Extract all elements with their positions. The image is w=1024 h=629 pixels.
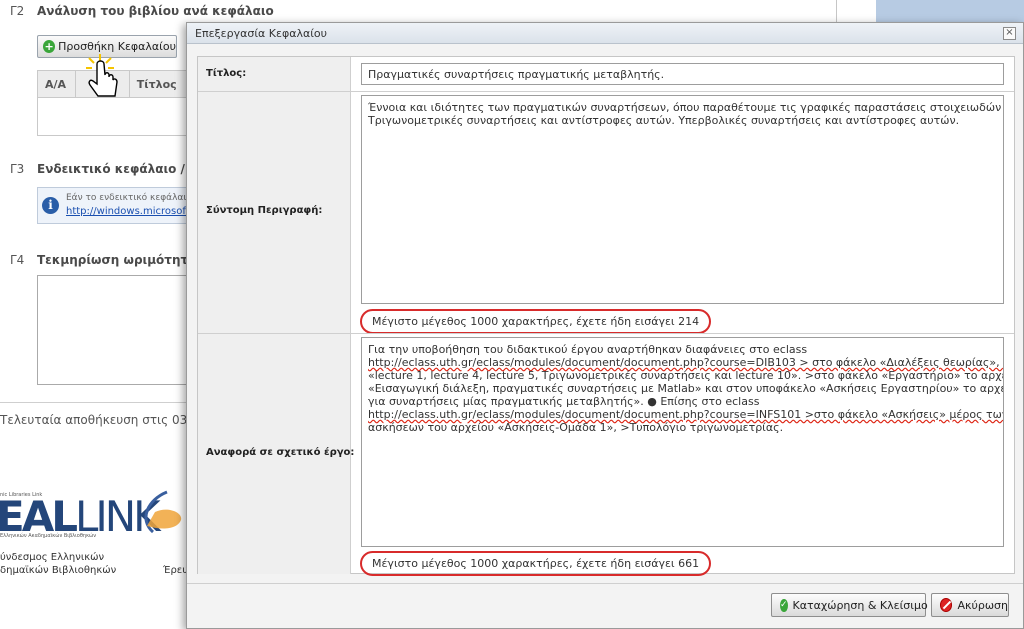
column-header-title: Τίτλος — [136, 77, 177, 91]
cancel-icon — [940, 598, 953, 612]
maturity-textarea[interactable] — [37, 275, 187, 385]
section-number-g2: Γ2 — [10, 4, 25, 18]
title-label-cell: Τίτλος: — [198, 57, 351, 91]
logo-org-line1: ύνδεσμος Ελληνικών — [0, 552, 105, 563]
last-save-text: Τελευταία αποθήκευση στις 03/ — [0, 413, 192, 427]
summary-label: Σύντομη Περιγραφή: — [206, 205, 323, 216]
cancel-button[interactable]: Ακύρωση — [931, 593, 1009, 617]
close-icon[interactable]: × — [1003, 27, 1016, 40]
summary-textarea[interactable]: Έννοια και ιδιότητες των πραγματικών συν… — [361, 95, 1004, 304]
reference-label: Αναφορά σε σχετικό έργο: — [206, 447, 355, 458]
reference-line: «lecture 1, lecture 4, lecture 5, Τριγων… — [368, 369, 1004, 382]
reference-label-cell: Αναφορά σε σχετικό έργο: — [198, 334, 355, 574]
section-title-g2: Ανάλυση του βιβλίου ανά κεφάλαιο — [37, 4, 274, 18]
summary-label-cell: Σύντομη Περιγραφή: — [198, 92, 351, 333]
footer-divider — [187, 583, 1023, 584]
hand-cursor-icon — [86, 54, 118, 97]
reference-line: http://eclass.uth.gr/eclass/modules/docu… — [368, 408, 1004, 421]
edit-chapter-dialog: Επεξεργασία Κεφαλαίου × Τίτλος: Πραγματι… — [186, 22, 1024, 629]
reference-line: Για την υποβοήθηση του διδακτικού έργου … — [368, 343, 808, 356]
info-text: Εάν το ενδεικτικό κεφάλαιο — [66, 193, 192, 203]
form-area: Τίτλος: Πραγματικές συναρτήσεις πραγματι… — [197, 56, 1015, 576]
reference-textarea[interactable]: Για την υποβοήθηση του διδακτικού έργου … — [361, 337, 1004, 547]
section-number-g4: Γ4 — [10, 253, 25, 267]
reference-line: για συναρτήσεις μίας πραγματικής μεταβλη… — [368, 395, 760, 408]
swirl-logo-icon — [144, 490, 182, 534]
dialog-title: Επεξεργασία Κεφαλαίου — [195, 27, 328, 40]
reference-line: «Εισαγωγική διάλεξη, πραγματικές συναρτή… — [368, 382, 1003, 395]
plus-icon: + — [43, 40, 56, 53]
header-bar — [876, 0, 1024, 22]
section-title-g3: Ενδεικτικό κεφάλαιο / υ — [37, 162, 198, 176]
checkmark-icon: ✓ — [780, 598, 788, 612]
save-close-button[interactable]: ✓ Καταχώρηση & Κλείσιμο — [771, 593, 928, 617]
info-box: i Εάν το ενδεικτικό κεφάλαιο http://wind… — [37, 187, 198, 224]
logo-org-line2: δημαϊκών Βιβλιοθηκών — [0, 565, 117, 576]
logo-subtitle: Ελληνικών Ακαδημαϊκών Βιβλιοθηκών — [0, 533, 97, 539]
reference-char-counter: Μέγιστο μέγεθος 1000 χαρακτήρες, έχετε ή… — [360, 551, 712, 576]
info-icon: i — [42, 197, 59, 214]
summary-line: Τριγωνομετρικές συναρτήσεις και αντίστρο… — [368, 114, 960, 127]
second-logo-text: Έρευ — [163, 565, 188, 576]
section-title-g4: Τεκμηρίωση ωριμότητας — [37, 253, 204, 267]
reference-line: ασκήσεων του αρχείου «Ασκήσεις-Ομάδα 1»,… — [368, 421, 784, 434]
summary-char-counter: Μέγιστο μέγεθος 1000 χαρακτήρες, έχετε ή… — [360, 309, 712, 334]
cancel-label: Ακύρωση — [957, 598, 1008, 612]
save-close-label: Καταχώρηση & Κλείσιμο — [792, 598, 928, 612]
section-number-g3: Γ3 — [10, 162, 25, 176]
divider — [836, 0, 837, 22]
summary-line: Έννοια και ιδιότητες των πραγματικών συν… — [368, 101, 1003, 114]
title-input[interactable]: Πραγματικές συναρτήσεις πραγματικής μετα… — [361, 63, 1004, 85]
info-link[interactable]: http://windows.microsoft.c — [66, 206, 198, 217]
title-label: Τίτλος: — [206, 68, 247, 79]
column-header-aa: Α/Α — [38, 71, 76, 97]
divider — [0, 402, 190, 403]
dialog-titlebar: Επεξεργασία Κεφαλαίου × — [187, 23, 1023, 44]
reference-line: http://eclass.uth.gr/eclass/modules/docu… — [368, 356, 1004, 369]
